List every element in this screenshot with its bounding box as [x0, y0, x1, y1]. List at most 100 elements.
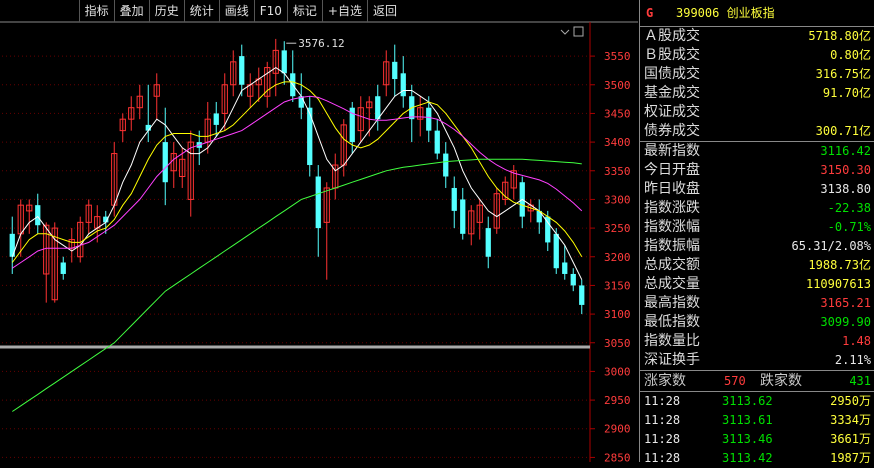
quote-row: 今日开盘 3150.30	[640, 161, 874, 180]
quote-row: 深证换手 2.11%	[640, 351, 874, 370]
quote-row: 昨日收盘 3138.80	[640, 180, 874, 199]
tick-row: 11:28 3113.46 3661万	[640, 430, 874, 449]
quote-row-value: 1.48	[842, 334, 871, 348]
quote-row: 指数量比 1.48	[640, 332, 874, 351]
candle-body-down	[443, 153, 449, 177]
tick-time: 11:28	[644, 394, 681, 408]
tick-row: 11:28 3113.62 2950万	[640, 392, 874, 411]
y-tick-label: 3300	[604, 193, 631, 206]
quote-row: 最低指数 3099.90	[640, 313, 874, 332]
quote-row-label: Ａ股成交	[644, 28, 700, 44]
tick-price: 3113.62	[722, 394, 773, 408]
y-tick-label: 2900	[604, 423, 631, 436]
maximize-icon	[573, 26, 584, 37]
up-count: 570	[724, 374, 746, 388]
candle-body-down	[315, 176, 321, 229]
quote-row: 指数振幅 65.31/2.08%	[640, 237, 874, 256]
quote-row-value: 0.80亿	[830, 48, 871, 62]
candle-body-down	[375, 96, 381, 120]
candle-body-down	[553, 233, 559, 269]
tick-price: 3113.42	[722, 451, 773, 465]
y-tick-label: 3250	[604, 222, 631, 235]
toolbar-button-1[interactable]: 叠加	[113, 0, 149, 22]
toolbar-button-7[interactable]: +自选	[321, 0, 367, 22]
quote-row-value: 5718.80亿	[808, 29, 871, 43]
quote-row-value: 110907613	[805, 277, 871, 291]
quote-row-value: 2.11%	[834, 353, 871, 367]
y-tick-label: 3050	[604, 337, 631, 350]
high-annotation: 3576.12	[298, 37, 344, 50]
quote-row-label: 今日开盘	[644, 162, 700, 178]
quote-row: 指数涨幅 -0.71%	[640, 218, 874, 237]
tick-list[interactable]: 11:28 3113.62 2950万 11:28 3113.61 3334万 11:28 3…	[640, 392, 874, 468]
candle-body-down	[213, 113, 219, 125]
toolbar-button-5[interactable]: F10	[253, 0, 287, 22]
candle-body-down	[35, 205, 41, 226]
tick-row: 11:28 3113.61 3334万	[640, 411, 874, 430]
y-tick-label: 3150	[604, 279, 631, 292]
quote-row-value: -0.71%	[827, 220, 871, 234]
chart-toolbar: 指标 叠加 历史 统计 画线 F10 标记 +自选 返回	[78, 0, 402, 22]
candle-body-down	[579, 285, 585, 305]
quote-row-value: 3138.80	[820, 182, 871, 196]
quote-row-label: 深证换手	[644, 352, 700, 368]
quote-row-value: 3150.30	[820, 163, 871, 177]
tick-vol: 1987万	[830, 451, 871, 465]
quote-row-value: 3099.90	[820, 315, 871, 329]
quote-row-value: 65.31/2.08%	[791, 239, 871, 253]
candle-body-down	[426, 107, 432, 131]
quote-row: 最高指数 3165.21	[640, 294, 874, 313]
quote-row-value: 1988.73亿	[808, 258, 871, 272]
candle-body-down	[60, 262, 66, 274]
quote-row-value: -22.38	[827, 201, 871, 215]
toolbar-button-2[interactable]: 历史	[148, 0, 184, 22]
quote-row: 权证成交	[640, 103, 874, 122]
y-tick-label: 3350	[604, 165, 631, 178]
y-tick-label: 3400	[604, 136, 631, 149]
toolbar-button-8[interactable]: 返回	[366, 0, 402, 22]
y-tick-label: 3500	[604, 79, 631, 92]
down-count-label: 跌家数	[760, 373, 802, 389]
index-stat-rows: 最新指数 3116.42 今日开盘 3150.30 昨日收盘 3138.80 指数涨跌 -22…	[640, 142, 874, 370]
quote-row: 债券成交 300.71亿	[640, 122, 874, 141]
index-code: 399006	[676, 6, 720, 20]
tick-vol: 2950万	[830, 394, 871, 408]
kline-chart-area[interactable]: 3550 3500 3450 3400 3350 3300 3250 3200 3150 3100…	[0, 0, 638, 462]
toolbar-button-3[interactable]: 统计	[183, 0, 219, 22]
quote-row-label: 最新指数	[644, 143, 700, 159]
turnover-rows: Ａ股成交 5718.80亿 Ｂ股成交 0.80亿 国债成交 316.75亿 基金成交 91.7…	[640, 27, 874, 141]
quote-row: 指数涨跌 -22.38	[640, 199, 874, 218]
quote-row-value: 300.71亿	[815, 124, 871, 138]
toolbar-button-4[interactable]: 画线	[218, 0, 254, 22]
quote-row-label: 指数涨幅	[644, 219, 700, 235]
tick-vol: 3334万	[830, 413, 871, 427]
kline-chart[interactable]: 3550 3500 3450 3400 3350 3300 3250 3200 3150 3100…	[0, 0, 638, 462]
candle-body-down	[162, 142, 168, 183]
quote-row-label: 国债成交	[644, 66, 700, 82]
quote-row-label: 总成交量	[644, 276, 700, 292]
chevron-down-icon	[560, 29, 570, 35]
candle-body-down	[400, 73, 406, 97]
quote-row-label: 昨日收盘	[644, 181, 700, 197]
quote-row: 总成交量 110907613	[640, 275, 874, 294]
tick-time: 11:28	[644, 432, 681, 446]
quote-row-label: 最高指数	[644, 295, 700, 311]
tick-price: 3113.46	[722, 432, 773, 446]
y-tick-label: 2850	[604, 451, 631, 462]
quote-row: Ｂ股成交 0.80亿	[640, 46, 874, 65]
toolbar-button-0[interactable]: 指标	[78, 0, 114, 22]
quote-row: 基金成交 91.70亿	[640, 84, 874, 103]
index-name: 创业板指	[726, 6, 775, 20]
y-tick-label: 3550	[604, 50, 631, 63]
down-count: 431	[849, 374, 871, 388]
ma-line-0	[11, 66, 583, 280]
tick-price: 3113.61	[722, 413, 773, 427]
toolbar-button-6[interactable]: 标记	[286, 0, 322, 22]
tick-vol: 3661万	[830, 432, 871, 446]
index-code-name: 399006 创业板指	[676, 0, 775, 26]
candle-body-down	[451, 187, 457, 211]
candle-body-down	[239, 56, 245, 85]
quote-row-value: 91.70亿	[822, 86, 871, 100]
candle-body-down	[281, 50, 287, 74]
quote-row-label: 债券成交	[644, 123, 700, 139]
